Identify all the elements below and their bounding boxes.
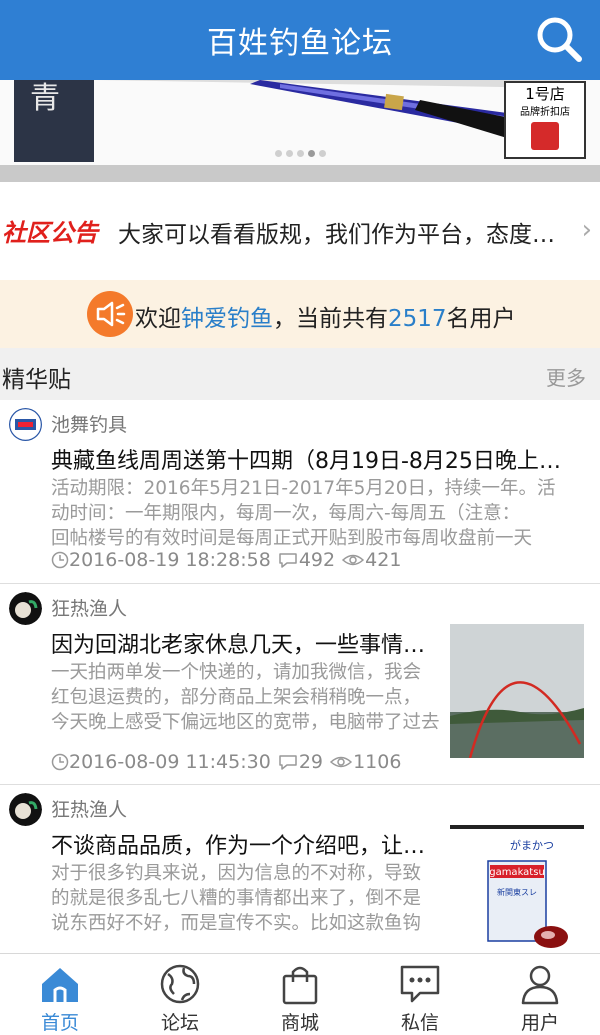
globe-icon [160,964,200,1004]
post-meta: 2016-08-19 18:28:58 492 421 [51,549,401,571]
bottom-tab-bar: 首页 论坛 商城 私信 用户 [0,953,600,1034]
divider [0,165,600,182]
banner-left-char: 青 [30,81,60,116]
home-icon [42,968,78,1002]
eye-icon [329,756,353,768]
avatar[interactable] [9,592,42,625]
svg-text:品牌折扣店: 品牌折扣店 [520,105,570,118]
carousel-dot[interactable] [274,150,282,157]
view-count: 421 [365,549,402,571]
carousel-dot[interactable] [285,150,293,157]
reply-count: 492 [298,549,336,571]
message-icon [400,965,440,1003]
more-link[interactable]: 更多 [546,362,586,391]
post-time: 2016-08-09 11:45:30 [69,751,271,773]
carousel-dot[interactable] [296,150,304,157]
user-count: 2517 [388,306,447,332]
section-title: 精华贴 [2,367,71,393]
tab-home[interactable]: 首页 [0,954,120,1034]
post-time: 2016-08-19 18:28:58 [69,549,271,571]
post-author[interactable]: 池舞钓具 [51,410,127,437]
post-title[interactable]: 因为回湖北老家休息几天，一些事情没能及时处理 [51,627,441,659]
post-author[interactable]: 狂热渔人 [51,594,127,621]
tab-user[interactable]: 用户 [480,954,600,1034]
post-item[interactable]: 狂热渔人 不谈商品品质，作为一个介绍吧，让大家了解 对于很多钓具来说，因为信息的… [0,785,600,959]
post-author[interactable]: 狂热渔人 [51,795,127,822]
post-meta: 2016-08-09 11:45:30 29 1106 [51,751,401,773]
search-icon[interactable] [534,14,584,64]
welcome-bar: 欢迎钟爱钓鱼，当前共有2517名用户 [0,280,600,348]
clock-icon [51,753,69,771]
eye-icon [342,554,365,566]
forum-name-link[interactable]: 钟爱钓鱼 [181,306,273,332]
chevron-right-icon: › [581,215,592,245]
featured-section-header: 精华贴 更多 [0,348,600,400]
notice-tag: 社区公告 [2,219,98,247]
tab-forum[interactable]: 论坛 [120,954,240,1034]
tab-label: 商城 [280,1012,319,1034]
comment-icon [279,553,297,568]
page-title: 百姓钓鱼论坛 [207,26,393,61]
top-bar: 百姓钓鱼论坛 [0,0,600,80]
shopping-bag-icon [282,966,318,1005]
tab-messages[interactable]: 私信 [360,954,480,1034]
reply-count: 29 [298,751,324,773]
tab-label: 首页 [40,1012,79,1034]
tab-label: 论坛 [160,1012,199,1034]
tab-label: 用户 [520,1012,559,1034]
avatar[interactable] [9,408,42,441]
post-thumbnail[interactable]: がまかつ gamakatsu 新関東スレ [450,825,584,959]
tab-shop[interactable]: 商城 [240,954,360,1034]
view-count: 1106 [353,751,402,773]
svg-text:がまかつ: がまかつ [510,838,554,852]
carousel-dot-active[interactable] [307,150,315,157]
post-item[interactable]: 池舞钓具 典藏鱼线周周送第十四期（8月19日-8月25日晚上十点） 活动期限：2… [0,400,600,584]
svg-text:gamakatsu: gamakatsu [489,867,545,878]
svg-text:1号店: 1号店 [525,85,565,103]
carousel-dots[interactable] [0,142,600,161]
banner-carousel[interactable]: 青 1号店 品牌折扣店 [0,80,600,165]
comment-icon [279,755,297,770]
welcome-text: 欢迎钟爱钓鱼，当前共有2517名用户 [135,306,516,332]
community-notice[interactable]: 社区公告 大家可以看看版规，我们作为平台，态度决定一切 › [0,197,600,263]
post-excerpt: 一天拍两单发一个快递的，请加我微信，我会 红包退运费的，部分商品上架会稍稍晚一点，… [51,662,440,733]
post-item[interactable]: 狂热渔人 因为回湖北老家休息几天，一些事情没能及时处理 一天拍两单发一个快递的，… [0,584,600,785]
post-thumbnail[interactable] [450,624,584,758]
speaker-icon [87,291,133,337]
notice-text: 大家可以看看版规，我们作为平台，态度决定一切 [118,222,558,248]
post-excerpt: 对于很多钓具来说，因为信息的不对称，导致 的就是很多乱七八糟的事情都出来了，倒不是… [51,863,422,934]
tab-label: 私信 [400,1012,439,1034]
post-excerpt: 活动期限：2016年5月21日-2017年5月20日，持续一年。活 动时间：一年期… [51,478,556,549]
avatar[interactable] [9,793,42,826]
post-title[interactable]: 典藏鱼线周周送第十四期（8月19日-8月25日晚上十点） [51,443,581,475]
clock-icon [51,551,69,569]
carousel-dot[interactable] [318,150,326,157]
user-icon [521,965,559,1005]
svg-text:新関東スレ: 新関東スレ [497,887,537,897]
post-title[interactable]: 不谈商品品质，作为一个介绍吧，让大家了解 [51,828,441,860]
